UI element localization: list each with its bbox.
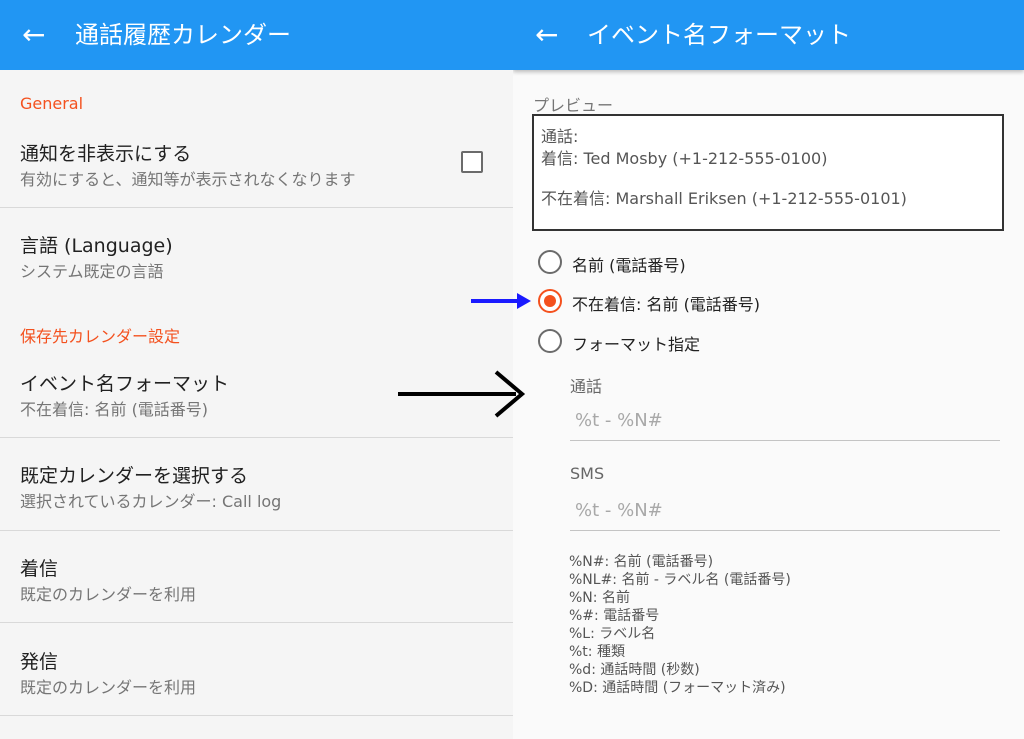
preview-line: 通話: [541,127,579,146]
divider [0,622,513,623]
divider [0,530,513,531]
settings-title: 通話履歴カレンダー [75,21,291,49]
help-line: %D: 通話時間 (フォーマット済み) [569,680,786,696]
outgoing-calendar-preference[interactable]: 発信 既定のカレンダーを利用 [0,633,513,725]
outgoing-title: 発信 [20,651,59,673]
radio-button-selected[interactable] [538,289,562,313]
option-label: 不在着信: 名前 (電話番号) [572,295,761,314]
incoming-calendar-preference[interactable]: 着信 既定のカレンダーを利用 [0,540,513,632]
help-line: %N#: 名前 (電話番号) [569,554,714,570]
preview-label: プレビュー [533,96,614,115]
language-preference[interactable]: 言語 (Language) システム既定の言語 [0,217,513,309]
format-help-text: %N#: 名前 (電話番号) %NL#: 名前 - ラベル名 (電話番号) %N… [569,553,791,697]
event-name-format-screen: ← イベント名フォーマット プレビュー 通話: 着信: Ted Mosby (+… [513,0,1024,739]
call-format-label: 通話 [570,377,603,396]
event-name-format-summary: 不在着信: 名前 (電話番号) [20,400,209,419]
help-line: %#: 電話番号 [569,608,660,624]
help-line: %NL#: 名前 - ラベル名 (電話番号) [569,572,791,588]
hide-notification-preference[interactable]: 通知を非表示にする 有効にすると、通知等が表示されなくなります [0,125,513,217]
help-line: %N: 名前 [569,590,630,606]
settings-app-bar: ← 通話履歴カレンダー [0,0,513,70]
preview-line: 着信: Ted Mosby (+1-212-555-0100) [541,149,828,168]
outgoing-summary: 既定のカレンダーを利用 [20,678,197,697]
incoming-title: 着信 [20,558,59,580]
category-general: General [20,94,84,113]
format-app-bar: ← イベント名フォーマット [513,0,1024,70]
default-calendar-preference[interactable]: 既定カレンダーを選択する 選択されているカレンダー: Call log [0,447,513,539]
hide-notification-title: 通知を非表示にする [20,143,192,165]
event-name-format-title: イベント名フォーマット [20,373,230,395]
radio-button[interactable] [538,329,562,353]
option-label: 名前 (電話番号) [572,256,686,275]
sms-format-label: SMS [570,464,605,483]
help-line: %d: 通話時間 (秒数) [569,662,700,678]
black-arrow-annotation-icon [398,370,526,418]
hide-notification-checkbox[interactable] [461,151,483,173]
divider [0,437,513,438]
language-summary: システム既定の言語 [20,262,164,281]
option-label: フォーマット指定 [572,335,701,354]
back-arrow-icon[interactable]: ← [535,19,563,51]
category-calendar-settings: 保存先カレンダー設定 [20,327,181,346]
divider [0,207,513,208]
blue-arrow-annotation-icon [471,293,531,309]
radio-button[interactable] [538,250,562,274]
call-format-input[interactable] [570,401,1000,441]
default-calendar-summary: 選択されているカレンダー: Call log [20,492,282,511]
sms-format-input[interactable] [570,491,1000,531]
format-title: イベント名フォーマット [587,21,851,49]
language-title: 言語 (Language) [20,235,173,257]
incoming-summary: 既定のカレンダーを利用 [20,585,197,604]
hide-notification-summary: 有効にすると、通知等が表示されなくなります [20,170,356,189]
back-arrow-icon[interactable]: ← [22,19,50,51]
preview-box: 通話: 着信: Ted Mosby (+1-212-555-0100) 不在着信… [532,114,1004,231]
help-line: %L: ラベル名 [569,626,656,642]
default-calendar-title: 既定カレンダーを選択する [20,465,249,487]
preview-line: 不在着信: Marshall Eriksen (+1-212-555-0101) [541,189,907,208]
help-line: %t: 種類 [569,644,625,660]
divider [0,715,513,716]
